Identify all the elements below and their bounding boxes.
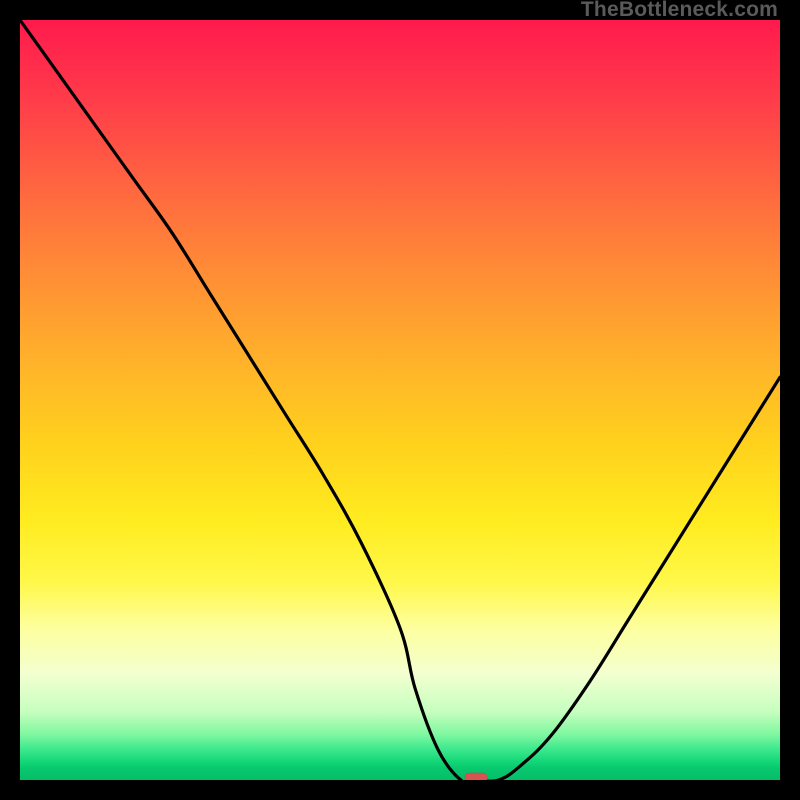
watermark-label: TheBottleneck.com [581, 0, 778, 20]
chart-frame: TheBottleneck.com [0, 0, 800, 800]
chart-svg [20, 20, 780, 780]
plot-area [20, 20, 780, 780]
bottleneck-curve [20, 20, 780, 780]
minimum-marker [465, 773, 487, 780]
